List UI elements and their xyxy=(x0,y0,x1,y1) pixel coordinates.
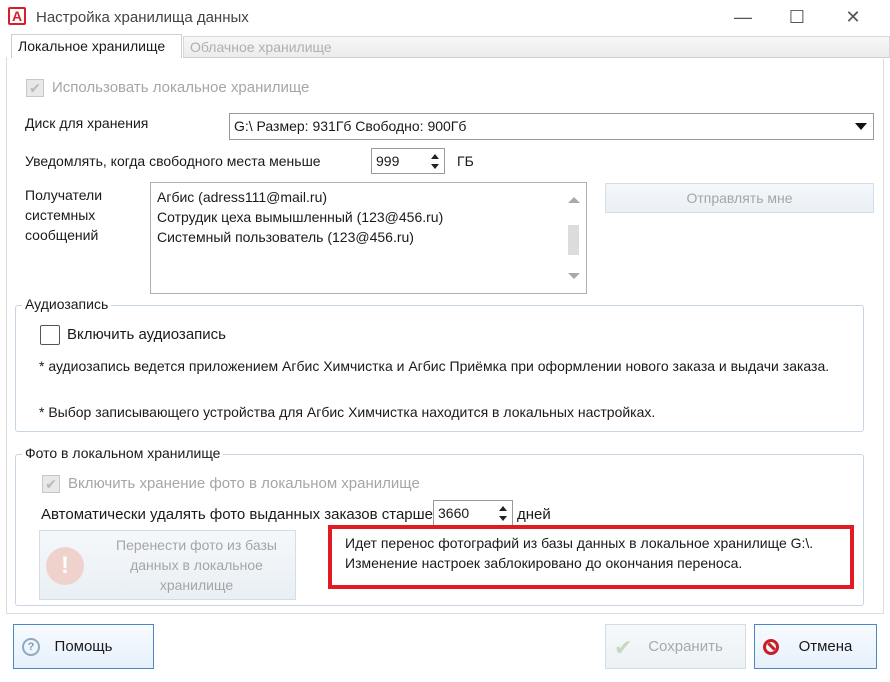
autodelete-label: Автоматически удалять фото выданных зака… xyxy=(41,506,434,523)
use-local-storage-label: Использовать локальное хранилище xyxy=(52,79,310,96)
enable-photo-storage-checkbox[interactable]: ✔ xyxy=(42,475,60,493)
tab-local-storage[interactable]: Локальное хранилище xyxy=(11,34,182,58)
disk-select[interactable]: G:\ Размер: 931Гб Свободно: 900Гб xyxy=(229,113,874,140)
recipients-label: Получатели системных сообщений xyxy=(25,187,103,243)
transfer-photos-label: Перенести фото из базы данных в локально… xyxy=(116,537,277,593)
disk-select-value: G:\ Размер: 931Гб Свободно: 900Гб xyxy=(234,118,467,134)
enable-audio-label: Включить аудиозапись xyxy=(67,326,226,343)
enable-audio-checkbox[interactable] xyxy=(40,325,60,345)
scroll-up-icon[interactable] xyxy=(568,197,580,203)
photos-group-title: Фото в локальном хранилище xyxy=(22,445,224,461)
stepper-up-icon[interactable] xyxy=(499,506,507,511)
list-item[interactable]: Системный пользователь (123@456.ru) xyxy=(157,227,586,247)
notify-unit: ГБ xyxy=(457,153,474,169)
transfer-photos-button[interactable]: ! Перенести фото из базы данных в локаль… xyxy=(39,530,296,600)
autodelete-days-value: 3660 xyxy=(438,505,470,521)
cancel-button-label: Отмена xyxy=(798,638,853,655)
stepper-up-icon[interactable] xyxy=(431,154,439,159)
transfer-status-line-1: Идет перенос фотографий из базы данных в… xyxy=(345,535,814,551)
use-local-storage-checkbox[interactable]: ✔ xyxy=(26,79,44,97)
stepper-down-icon[interactable] xyxy=(431,164,439,169)
scroll-down-icon[interactable] xyxy=(568,273,580,279)
stepper-down-icon[interactable] xyxy=(499,516,507,521)
window-title: Настройка хранилища данных xyxy=(36,9,249,26)
cancel-button[interactable]: Отмена xyxy=(754,624,877,669)
list-item[interactable]: Сотрудик цеха вымышленный (123@456.ru) xyxy=(157,207,586,227)
warning-icon: ! xyxy=(46,547,84,585)
audio-note-2: * Выбор записывающего устройства для Агб… xyxy=(39,404,656,420)
checkmark-icon: ✔ xyxy=(614,635,633,660)
help-button[interactable]: ? Помощь xyxy=(13,624,154,669)
help-button-label: Помощь xyxy=(54,638,113,655)
chevron-down-icon xyxy=(855,123,867,130)
notify-label: Уведомлять, когда свободного места меньш… xyxy=(25,153,321,169)
send-me-button[interactable]: Отправлять мне xyxy=(605,183,874,213)
recipients-scrollbar[interactable] xyxy=(560,183,586,293)
close-button[interactable]: ✕ xyxy=(830,0,876,34)
checkmark-icon: ✔ xyxy=(29,79,41,96)
save-button[interactable]: ✔ Сохранить xyxy=(605,624,746,669)
maximize-button[interactable]: ☐ xyxy=(774,0,820,34)
audio-group-title: Аудиозапись xyxy=(22,296,112,312)
help-icon: ? xyxy=(22,638,40,656)
scroll-thumb[interactable] xyxy=(568,225,579,255)
transfer-status-line-2: Изменение настроек заблокировано до окон… xyxy=(345,555,743,571)
audio-note-1: * аудиозапись ведется приложением Агбис … xyxy=(39,358,830,374)
disk-label: Диск для хранения xyxy=(25,115,149,131)
app-logo-icon xyxy=(8,7,26,25)
minimize-button[interactable]: — xyxy=(720,0,766,34)
autodelete-unit: дней xyxy=(517,506,551,523)
tab-cloud-storage[interactable]: Облачное хранилище xyxy=(183,36,890,58)
cancel-icon xyxy=(763,639,779,655)
autodelete-days-stepper[interactable]: 3660 xyxy=(433,500,513,526)
title-bar: Настройка хранилища данных — ☐ ✕ xyxy=(0,0,890,34)
save-button-label: Сохранить xyxy=(648,638,723,655)
notify-threshold-value: 999 xyxy=(376,153,400,169)
list-item[interactable]: Агбис (adress111@mail.ru) xyxy=(157,187,586,207)
checkmark-icon: ✔ xyxy=(45,475,57,492)
notify-threshold-stepper[interactable]: 999 xyxy=(371,148,445,174)
recipients-list[interactable]: Агбис (adress111@mail.ru) Сотрудик цеха … xyxy=(150,182,587,294)
enable-photo-storage-label: Включить хранение фото в локальном храни… xyxy=(68,475,420,492)
